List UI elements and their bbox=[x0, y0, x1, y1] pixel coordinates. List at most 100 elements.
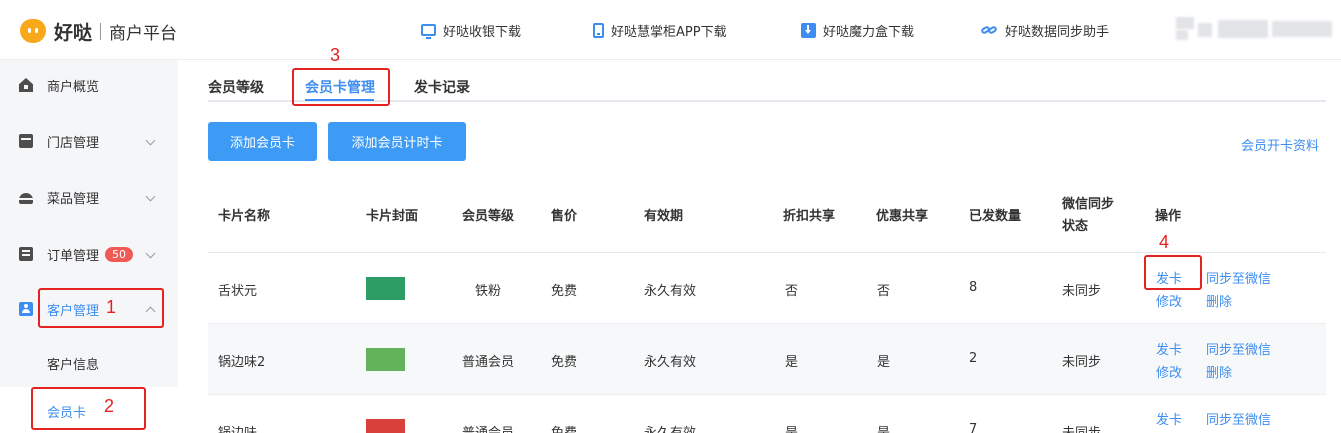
sidebar-subitem-customer-info[interactable]: 客户信息 bbox=[0, 345, 178, 381]
validity: 永久有效 bbox=[644, 422, 696, 433]
issued-count: 2 bbox=[969, 351, 978, 366]
col-card-cover: 卡片封面 bbox=[366, 209, 419, 224]
annotation-number: 2 bbox=[104, 396, 115, 416]
col-promo-share: 优惠共享 bbox=[876, 209, 929, 224]
download-app-link[interactable]: 好哒慧掌柜APP下载 bbox=[593, 20, 727, 40]
tab-issue-records[interactable]: 发卡记录 bbox=[414, 77, 470, 97]
chevron-down-icon bbox=[145, 135, 156, 146]
user-account-blurred[interactable] bbox=[1176, 17, 1336, 43]
issued-count: 7 bbox=[969, 422, 978, 433]
col-actions: 操作 bbox=[1155, 209, 1182, 224]
price: 免费 bbox=[551, 355, 578, 370]
card-name: 锅边味2 bbox=[218, 355, 266, 370]
chevron-down-icon bbox=[145, 248, 156, 259]
col-issued-count: 已发数量 bbox=[969, 209, 1022, 224]
sync-status: 未同步 bbox=[1062, 422, 1101, 433]
download-box-label: 好哒魔力盒下载 bbox=[823, 24, 915, 40]
delete-button[interactable]: 删除 bbox=[1206, 291, 1232, 310]
card-cover-swatch bbox=[366, 419, 405, 433]
discount-share: 是 bbox=[785, 355, 799, 370]
annotation-box-issue-card bbox=[1144, 255, 1202, 290]
sidebar-item-orders[interactable]: 订单管理 50 bbox=[0, 236, 178, 272]
issue-card-button[interactable]: 发卡 bbox=[1156, 409, 1182, 428]
col-card-name: 卡片名称 bbox=[218, 209, 271, 224]
card-name: 舌状元 bbox=[218, 284, 258, 299]
col-status: 状态 bbox=[1062, 219, 1089, 234]
sidebar-subitem-label: 客户信息 bbox=[47, 357, 100, 373]
add-member-card-button[interactable]: 添加会员卡 bbox=[208, 122, 317, 161]
member-level: 普通会员 bbox=[462, 355, 515, 370]
card-name: 锅边味 bbox=[218, 422, 257, 433]
annotation-number: 3 bbox=[330, 45, 341, 65]
col-wechat-sync: 微信同步 bbox=[1062, 197, 1115, 212]
annotation-box-card-tab bbox=[292, 68, 390, 106]
download-app-label: 好哒慧掌柜APP下载 bbox=[611, 24, 727, 40]
promo-share: 是 bbox=[877, 355, 891, 370]
download-pos-link[interactable]: 好哒收银下载 bbox=[421, 20, 521, 40]
price: 免费 bbox=[551, 422, 577, 433]
order-icon bbox=[19, 247, 33, 261]
col-validity: 有效期 bbox=[644, 209, 684, 224]
sidebar-item-dishes[interactable]: 菜品管理 bbox=[0, 179, 178, 215]
phone-icon bbox=[593, 22, 604, 38]
discount-share: 是 bbox=[785, 422, 798, 433]
member-signup-info-link[interactable]: 会员开卡资料 bbox=[1241, 135, 1319, 154]
validity: 永久有效 bbox=[644, 355, 697, 370]
sync-wechat-button[interactable]: 同步至微信 bbox=[1206, 268, 1271, 287]
monitor-icon bbox=[421, 24, 436, 39]
promo-share: 否 bbox=[877, 284, 891, 299]
card-cover-swatch bbox=[366, 348, 405, 371]
promo-share: 是 bbox=[877, 422, 890, 433]
delete-button[interactable]: 删除 bbox=[1206, 362, 1232, 381]
add-timed-card-button[interactable]: 添加会员计时卡 bbox=[328, 122, 466, 161]
dish-icon bbox=[19, 193, 33, 204]
col-member-level: 会员等级 bbox=[462, 209, 515, 224]
sync-wechat-button[interactable]: 同步至微信 bbox=[1206, 409, 1271, 428]
order-count-badge: 50 bbox=[105, 246, 134, 262]
annotation-number: 1 bbox=[106, 297, 117, 317]
card-cover-swatch bbox=[366, 277, 405, 300]
annotation-box-customer-mgmt bbox=[38, 288, 164, 328]
annotation-box-member-card bbox=[31, 387, 146, 430]
col-price: 售价 bbox=[551, 209, 578, 224]
issue-card-button[interactable]: 发卡 bbox=[1156, 339, 1182, 358]
validity: 永久有效 bbox=[644, 284, 697, 299]
member-level: 铁粉 bbox=[475, 284, 502, 299]
sidebar-item-overview[interactable]: 商户概览 bbox=[0, 67, 178, 103]
sidebar-item-label: 菜品管理 bbox=[47, 191, 100, 207]
sidebar-item-label: 商户概览 bbox=[47, 79, 100, 95]
brand-logo[interactable]: 好哒 商户平台 bbox=[20, 18, 177, 44]
platform-name: 商户平台 bbox=[109, 23, 178, 44]
member-level: 普通会员 bbox=[462, 422, 514, 433]
download-icon bbox=[801, 22, 816, 38]
col-discount-share: 折扣共享 bbox=[783, 209, 836, 224]
link-icon bbox=[981, 23, 998, 38]
download-box-link[interactable]: 好哒魔力盒下载 bbox=[801, 20, 914, 40]
logo-face-icon bbox=[20, 19, 46, 43]
tab-member-levels[interactable]: 会员等级 bbox=[208, 77, 264, 97]
download-pos-label: 好哒收银下载 bbox=[443, 24, 522, 40]
issued-count: 8 bbox=[969, 280, 978, 295]
top-header: 好哒 商户平台 好哒收银下载 好哒慧掌柜APP下载 好哒魔力盒下载 好哒数据同步… bbox=[0, 0, 1341, 60]
sidebar-item-label: 门店管理 bbox=[47, 135, 100, 151]
chevron-down-icon bbox=[145, 191, 156, 202]
logo-divider bbox=[100, 22, 102, 40]
sync-assistant-label: 好哒数据同步助手 bbox=[1005, 24, 1110, 40]
user-icon bbox=[19, 302, 33, 316]
sync-status: 未同步 bbox=[1062, 284, 1102, 299]
sync-status: 未同步 bbox=[1062, 355, 1102, 370]
home-icon bbox=[19, 78, 33, 92]
price: 免费 bbox=[551, 284, 578, 299]
sync-assistant-link[interactable]: 好哒数据同步助手 bbox=[981, 20, 1109, 40]
edit-button[interactable]: 修改 bbox=[1156, 291, 1182, 310]
sidebar: 商户概览 门店管理 菜品管理 订单管理 50 客户管理 客户信息 bbox=[0, 60, 178, 387]
brand-name: 好哒 bbox=[54, 21, 93, 44]
annotation-number: 4 bbox=[1159, 232, 1170, 252]
sidebar-item-stores[interactable]: 门店管理 bbox=[0, 123, 178, 159]
sync-wechat-button[interactable]: 同步至微信 bbox=[1206, 339, 1271, 358]
edit-button[interactable]: 修改 bbox=[1156, 362, 1182, 381]
sidebar-item-label: 订单管理 bbox=[47, 248, 100, 264]
store-icon bbox=[19, 134, 33, 148]
table-row: 锅边味2 普通会员 免费 永久有效 是 是 2 未同步 发卡 同步至微信 修改 … bbox=[208, 324, 1326, 395]
table-row: 锅边味 普通会员 免费 永久有效 是 是 7 未同步 发卡 同步至微信 bbox=[208, 395, 1326, 433]
